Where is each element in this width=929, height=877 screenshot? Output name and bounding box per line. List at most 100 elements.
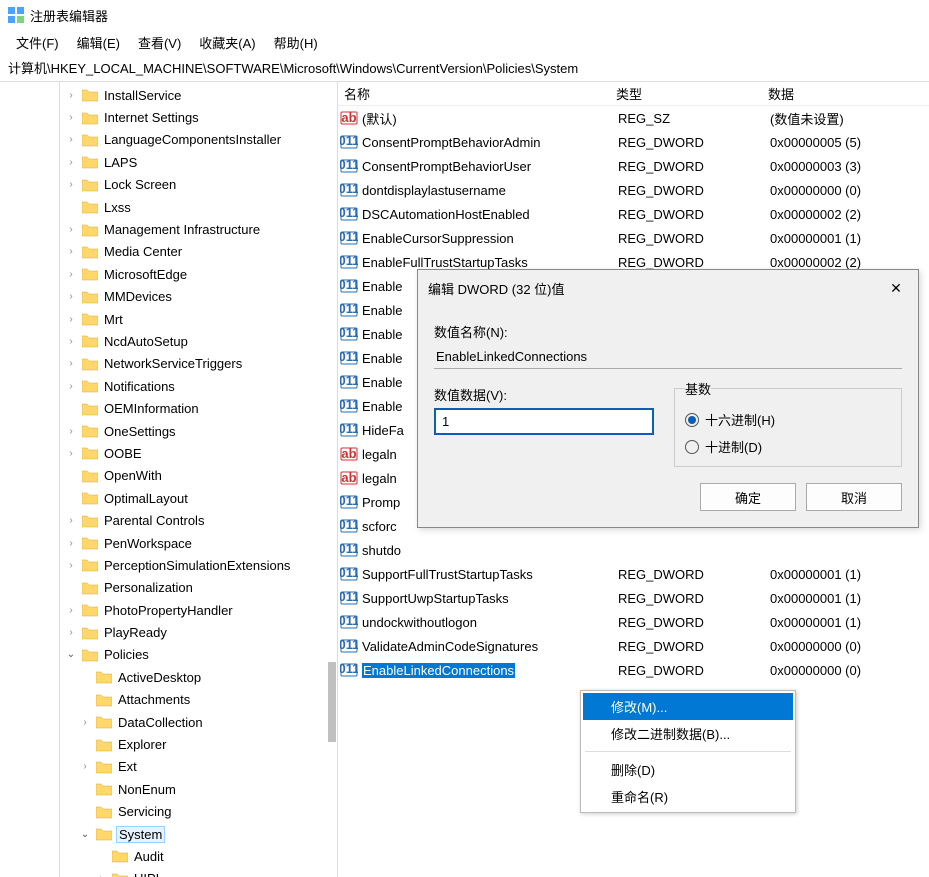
menu-file[interactable]: 文件(F) (8, 31, 67, 54)
tree-item[interactable]: Parental Controls (60, 509, 337, 531)
tree-item[interactable]: Management Infrastructure (60, 218, 337, 240)
tree-item[interactable]: Lxss (60, 196, 337, 218)
chevron-right-icon[interactable] (64, 334, 78, 348)
tree-item[interactable]: Lock Screen (60, 174, 337, 196)
chevron-right-icon[interactable] (94, 872, 108, 877)
menu-fav[interactable]: 收藏夹(A) (191, 31, 263, 54)
chevron-right-icon[interactable] (64, 357, 78, 371)
chevron-right-icon[interactable] (64, 155, 78, 169)
tree-item[interactable]: OEMInformation (60, 397, 337, 419)
tree-item-label: OneSettings (102, 424, 178, 439)
tree-item[interactable]: DataCollection (60, 711, 337, 733)
close-icon[interactable]: ✕ (880, 276, 912, 300)
chevron-right-icon[interactable] (64, 178, 78, 192)
chevron-right-icon[interactable] (64, 88, 78, 102)
chevron-right-icon[interactable] (64, 312, 78, 326)
chevron-right-icon[interactable] (64, 290, 78, 304)
chevron-right-icon[interactable] (64, 626, 78, 640)
tree-item[interactable]: Notifications (60, 375, 337, 397)
cancel-button[interactable]: 取消 (806, 483, 902, 511)
tree-item[interactable]: NonEnum (60, 778, 337, 800)
chevron-right-icon[interactable] (64, 558, 78, 572)
chevron-right-icon[interactable] (64, 111, 78, 125)
chevron-right-icon[interactable] (64, 603, 78, 617)
chevron-down-icon[interactable] (78, 827, 92, 841)
address-bar[interactable]: 计算机\HKEY_LOCAL_MACHINE\SOFTWARE\Microsof… (0, 54, 929, 82)
tree-item[interactable]: MMDevices (60, 286, 337, 308)
value-data: 0x00000000 (0) (770, 183, 929, 198)
chevron-right-icon[interactable] (64, 223, 78, 237)
tree-item[interactable]: PhotoPropertyHandler (60, 599, 337, 621)
header-type[interactable]: 类型 (616, 84, 768, 103)
value-row[interactable]: 011EnableLinkedConnectionsREG_DWORD0x000… (338, 658, 929, 682)
radix-hex[interactable]: 十六进制(H) (685, 410, 891, 429)
value-data-field[interactable] (434, 408, 654, 435)
menu-edit[interactable]: 编辑(E) (69, 31, 128, 54)
value-row[interactable]: 011DSCAutomationHostEnabledREG_DWORD0x00… (338, 202, 929, 226)
value-row[interactable]: 011SupportFullTrustStartupTasksREG_DWORD… (338, 562, 929, 586)
chevron-right-icon[interactable] (64, 245, 78, 259)
tree-item[interactable]: OneSettings (60, 420, 337, 442)
chevron-right-icon[interactable] (64, 379, 78, 393)
ok-button[interactable]: 确定 (700, 483, 796, 511)
tree-item[interactable]: System (60, 823, 337, 845)
chevron-right-icon[interactable] (64, 133, 78, 147)
tree-item[interactable]: ActiveDesktop (60, 666, 337, 688)
tree-item[interactable]: Servicing (60, 801, 337, 823)
tree-item[interactable]: OOBE (60, 442, 337, 464)
chevron-right-icon[interactable] (64, 446, 78, 460)
tree-item[interactable]: OpenWith (60, 465, 337, 487)
tree-item[interactable]: Audit (60, 845, 337, 867)
value-row[interactable]: ab(默认)REG_SZ(数值未设置) (338, 106, 929, 130)
folder-icon (82, 402, 98, 416)
tree-item[interactable]: NetworkServiceTriggers (60, 353, 337, 375)
tree-item[interactable]: Attachments (60, 689, 337, 711)
header-data[interactable]: 数据 (768, 84, 929, 103)
tree-item-label: Internet Settings (102, 110, 201, 125)
tree-item[interactable]: PlayReady (60, 621, 337, 643)
header-name[interactable]: 名称 (338, 84, 616, 103)
ctx-rename[interactable]: 重命名(R) (583, 783, 793, 810)
value-row[interactable]: 011EnableCursorSuppressionREG_DWORD0x000… (338, 226, 929, 250)
tree-panel[interactable]: InstallService Internet Settings LanguageC… (60, 82, 338, 877)
value-row[interactable]: 011shutdo (338, 538, 929, 562)
tree-scrollbar[interactable] (328, 662, 336, 742)
chevron-right-icon[interactable] (64, 514, 78, 528)
tree-item[interactable]: OptimalLayout (60, 487, 337, 509)
menu-help[interactable]: 帮助(H) (266, 31, 326, 54)
tree-item[interactable]: InstallService (60, 84, 337, 106)
value-row[interactable]: 011ConsentPromptBehaviorAdminREG_DWORD0x… (338, 130, 929, 154)
value-row[interactable]: 011ValidateAdminCodeSignaturesREG_DWORD0… (338, 634, 929, 658)
value-row[interactable]: 011ConsentPromptBehaviorUserREG_DWORD0x0… (338, 154, 929, 178)
menu-view[interactable]: 查看(V) (130, 31, 189, 54)
chevron-right-icon[interactable] (78, 715, 92, 729)
ctx-modify[interactable]: 修改(M)... (583, 693, 793, 720)
tree-item[interactable]: LanguageComponentsInstaller (60, 129, 337, 151)
tree-item[interactable]: MicrosoftEdge (60, 263, 337, 285)
value-row[interactable]: 011SupportUwpStartupTasksREG_DWORD0x0000… (338, 586, 929, 610)
chevron-right-icon[interactable] (64, 536, 78, 550)
tree-item[interactable]: Ext (60, 756, 337, 778)
chevron-down-icon[interactable] (64, 648, 78, 662)
tree-item[interactable]: LAPS (60, 151, 337, 173)
tree-item[interactable]: Policies (60, 644, 337, 666)
chevron-right-icon[interactable] (78, 760, 92, 774)
chevron-right-icon[interactable] (64, 267, 78, 281)
radix-dec[interactable]: 十进制(D) (685, 437, 891, 456)
tree-item[interactable]: PerceptionSimulationExtensions (60, 554, 337, 576)
ctx-modify-binary[interactable]: 修改二进制数据(B)... (583, 720, 793, 747)
tree-item[interactable]: Media Center (60, 241, 337, 263)
tree-item[interactable]: UIPI (60, 868, 337, 877)
tree-item[interactable]: Explorer (60, 733, 337, 755)
value-row[interactable]: 011dontdisplaylastusernameREG_DWORD0x000… (338, 178, 929, 202)
tree-item[interactable]: Internet Settings (60, 106, 337, 128)
dialog-titlebar[interactable]: 编辑 DWORD (32 位)值 ✕ (418, 270, 918, 306)
value-row[interactable]: 011undockwithoutlogonREG_DWORD0x00000001… (338, 610, 929, 634)
tree-item[interactable]: Mrt (60, 308, 337, 330)
tree-item[interactable]: Personalization (60, 577, 337, 599)
chevron-right-icon[interactable] (64, 424, 78, 438)
tree-item[interactable]: PenWorkspace (60, 532, 337, 554)
tree-item[interactable]: NcdAutoSetup (60, 330, 337, 352)
value-name-field[interactable] (434, 345, 902, 369)
ctx-delete[interactable]: 删除(D) (583, 756, 793, 783)
